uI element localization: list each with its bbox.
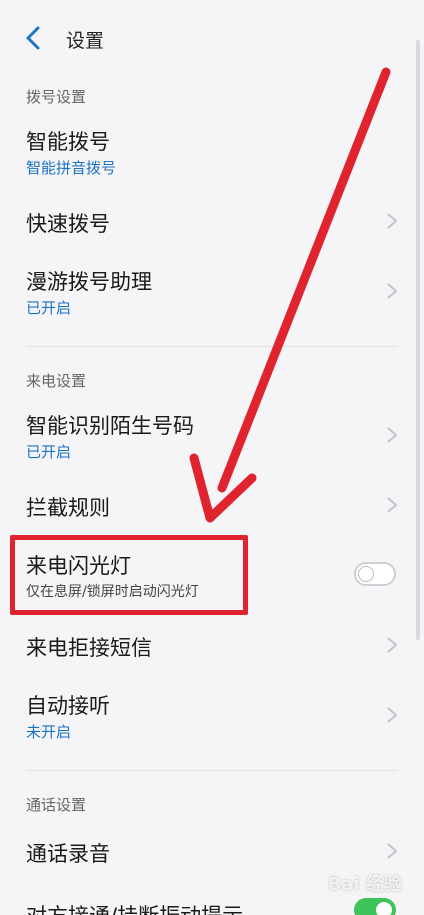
setting-label: 智能识别陌生号码 <box>26 414 194 438</box>
setting-reject-sms[interactable]: 来电拒接短信 <box>0 616 424 676</box>
section-header-call: 通话设置 <box>26 796 87 814</box>
chevron-right-icon <box>386 426 398 444</box>
setting-roaming-assistant[interactable]: 漫游拨号助理 已开启 <box>0 256 424 334</box>
scrollbar[interactable] <box>416 40 420 640</box>
setting-smart-dial[interactable]: 智能拨号 智能拼音拨号 <box>0 112 424 184</box>
chevron-right-icon <box>386 496 398 514</box>
flash-toggle[interactable] <box>354 562 396 586</box>
divider <box>26 770 398 771</box>
setting-value: 已开启 <box>26 299 72 317</box>
page-title: 设置 <box>66 30 105 52</box>
setting-value: 已开启 <box>26 443 72 461</box>
header: 设置 <box>0 0 424 76</box>
highlight-box <box>10 535 248 615</box>
setting-label: 漫游拨号助理 <box>26 270 152 294</box>
setting-identify-stranger[interactable]: 智能识别陌生号码 已开启 <box>0 398 424 474</box>
setting-label: 通话录音 <box>26 842 110 866</box>
setting-auto-answer[interactable]: 自动接听 未开启 <box>0 680 424 756</box>
watermark: Bai 经验 <box>327 874 402 895</box>
back-arrow-icon[interactable] <box>22 24 46 52</box>
setting-label: 自动接听 <box>26 694 110 718</box>
divider <box>26 346 398 347</box>
setting-label: 拦截规则 <box>26 496 110 520</box>
toggle-knob <box>358 566 374 582</box>
vibrate-toggle[interactable] <box>354 898 396 915</box>
toggle-knob <box>376 902 392 915</box>
setting-label: 来电拒接短信 <box>26 636 152 660</box>
chevron-right-icon <box>386 706 398 724</box>
chevron-right-icon <box>386 842 398 860</box>
setting-label: 对方接通/挂断振动提示 <box>26 900 243 915</box>
setting-block-rules[interactable]: 拦截规则 <box>0 476 424 536</box>
chevron-right-icon <box>386 282 398 300</box>
chevron-right-icon <box>386 636 398 654</box>
setting-value: 智能拼音拨号 <box>26 159 117 177</box>
section-header-dial: 拨号设置 <box>26 88 87 106</box>
setting-speed-dial[interactable]: 快速拨号 <box>0 188 424 252</box>
section-header-incoming: 来电设置 <box>26 372 87 390</box>
setting-value: 未开启 <box>26 723 72 741</box>
chevron-right-icon <box>386 212 398 230</box>
setting-label: 快速拨号 <box>26 212 110 236</box>
setting-label: 智能拨号 <box>26 130 110 154</box>
